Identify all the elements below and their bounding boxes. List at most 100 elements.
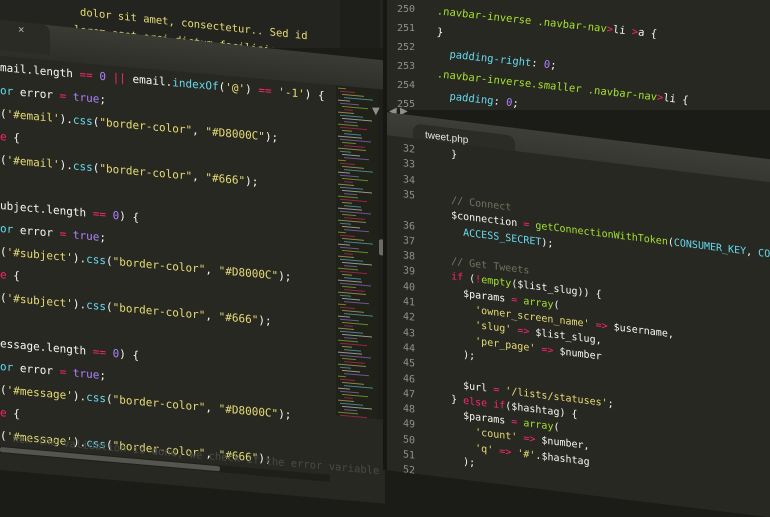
line-number: 33 [402, 158, 415, 171]
code-token: '#' [517, 447, 536, 462]
minimap-line [342, 129, 352, 132]
code-token: || [112, 70, 126, 86]
code-token: mail.length [0, 61, 80, 81]
code-token: '#subject' [6, 291, 73, 311]
left-minimap[interactable] [336, 85, 378, 420]
code-token: if [427, 268, 464, 284]
line-number: 48 [402, 403, 415, 416]
code-token: ); [245, 174, 259, 189]
minimap-line [342, 357, 356, 361]
minimap-line [340, 234, 355, 238]
code-token: ; [99, 230, 106, 245]
minimap-line [344, 253, 353, 255]
line-number: 254 [396, 80, 415, 91]
minimap-line [342, 201, 352, 204]
code-token: 0 [92, 69, 113, 84]
minimap-line [338, 399, 354, 402]
code-token: .carousel-caption [424, 109, 551, 110]
code-line[interactable]: ubject.length == 0) { [0, 199, 139, 224]
code-token: css [72, 113, 93, 129]
code-line[interactable]: ('#subject').css("border-color", "#D8000… [0, 245, 292, 284]
minimap-line [338, 159, 346, 162]
code-token: ( [105, 300, 113, 314]
code-token: CONSUMER_KEY [673, 237, 747, 258]
code-line[interactable]: ); [427, 345, 475, 363]
code-token: e [0, 268, 7, 282]
code-token: ); [258, 313, 272, 328]
code-token: ); [278, 269, 292, 284]
code-token: ( [0, 383, 7, 397]
line-number: 49 [402, 418, 415, 432]
code-token: getConnectionWithToken [535, 220, 668, 248]
code-token: ; [607, 397, 614, 410]
code-token: ). [59, 158, 73, 173]
code-token: ( [553, 421, 560, 434]
code-line[interactable]: padding-right: 0; [424, 46, 557, 72]
code-token: ); [278, 407, 292, 422]
pane-divider[interactable] [383, 0, 387, 470]
code-token: ); [427, 345, 476, 362]
code-line[interactable]: ('#subject').css("border-color", "#666")… [0, 291, 272, 328]
line-number: 41 [402, 296, 415, 309]
code-line[interactable]: or error = true; [0, 84, 106, 106]
code-line[interactable]: e { [0, 406, 20, 421]
code-token: ; [549, 59, 558, 72]
minimap-line [338, 375, 346, 378]
line-number: 250 [396, 4, 415, 15]
code-line[interactable]: ('#email').css("border-color", "#666"); [0, 153, 259, 189]
code-token: li { [662, 92, 690, 107]
code-line[interactable]: } [427, 146, 457, 162]
minimap-line [340, 162, 355, 166]
code-line[interactable]: e { [0, 268, 20, 283]
code-line[interactable]: padding: 0; [424, 88, 519, 110]
code-token: e [0, 130, 7, 144]
code-token: "#D8000C" [205, 124, 265, 144]
line-number: 43 [402, 326, 415, 340]
code-token: email. [125, 72, 173, 90]
minimap-line [344, 349, 361, 352]
code-token: empty [481, 275, 512, 290]
left-tab-close-icon[interactable]: × [18, 24, 24, 37]
top-right-pane: 250 .navbar-inverse .navbar-nav>li >a { 2… [385, 0, 770, 110]
minimap-line [338, 171, 350, 174]
code-token: => [517, 325, 530, 339]
code-token: ( [0, 107, 7, 121]
code-token: 0 [105, 346, 120, 361]
code-token: , [205, 262, 219, 278]
code-token: ). [59, 112, 73, 127]
code-line[interactable]: or error = true; [0, 222, 106, 245]
code-token: error [13, 361, 60, 379]
minimap-line [344, 409, 357, 412]
code-line[interactable]: ('#email').css("border-color", "#D8000C"… [0, 107, 279, 145]
code-token: "#666" [205, 170, 246, 188]
minimap-line [340, 90, 355, 94]
code-token: $number [553, 345, 602, 363]
code-line[interactable]: or error = true; [0, 360, 106, 382]
code-line[interactable]: ); [427, 452, 475, 470]
code-line[interactable]: } [424, 25, 444, 39]
code-token: == [92, 207, 106, 222]
code-token: ( [0, 245, 7, 259]
code-token: css [72, 159, 93, 175]
line-number [385, 202, 415, 206]
code-line[interactable]: e { [0, 130, 20, 145]
triangle-down-icon[interactable]: ▼ [372, 106, 380, 117]
left-tab[interactable]: × [0, 18, 50, 56]
code-token: or [0, 360, 14, 375]
left-code: mail.length == 0 || email.indexOf ('@') =… [0, 56, 330, 485]
code-token: or [0, 84, 14, 99]
line-number: 38 [402, 250, 415, 263]
code-token: ( [463, 272, 476, 286]
minimap-line [344, 205, 361, 208]
code-token: true [66, 227, 100, 244]
code-token: ); [264, 130, 279, 145]
code-line[interactable]: .carousel-caption img { [424, 109, 582, 110]
code-token: CONSUMER_SECRET [758, 248, 770, 271]
code-line[interactable]: ('#message').css("border-color", "#D8000… [0, 383, 292, 422]
code-token: ) { [304, 87, 325, 103]
line-number: 44 [402, 342, 415, 355]
line-number: 51 [402, 449, 415, 462]
code-line[interactable]: .navbar-inverse .navbar-nav>li >a { [424, 4, 657, 40]
code-line[interactable]: essage.length == 0) { [0, 337, 139, 362]
code-token: , [746, 246, 759, 260]
